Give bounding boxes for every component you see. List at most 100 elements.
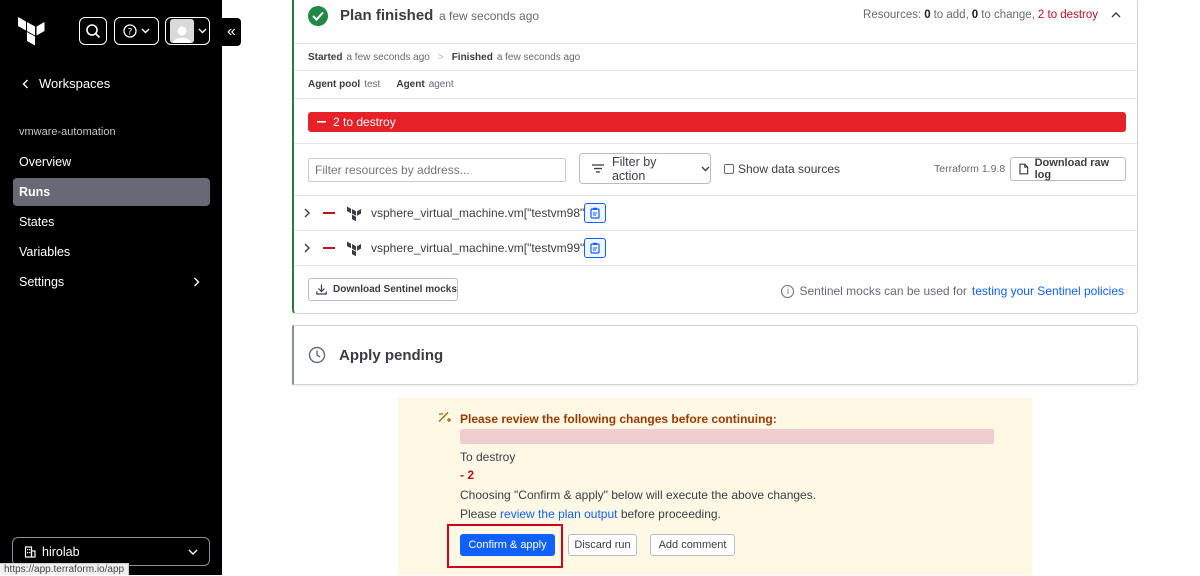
plan-time: a few seconds ago: [439, 9, 540, 23]
filter-by-action-dropdown[interactable]: Filter by action: [579, 153, 711, 184]
sidebar-item-label: Runs: [19, 185, 51, 199]
svg-text:?: ?: [128, 28, 133, 38]
destroy-summary: 2 to destroy: [1037, 9, 1098, 21]
user-icon: [172, 26, 191, 43]
back-to-workspaces-link[interactable]: Workspaces: [22, 76, 110, 91]
review-explanation: Choosing "Confirm & apply" below will ex…: [460, 488, 817, 502]
filter-resources-input[interactable]: [308, 158, 566, 182]
chevron-left-icon: [22, 79, 28, 88]
destroy-minus-icon: [323, 212, 335, 214]
timing-separator: >: [437, 52, 444, 63]
started-label: Started: [308, 52, 343, 63]
diff-icon: [438, 412, 451, 422]
help-icon: ?: [123, 24, 137, 38]
terraform-version: Terraform 1.9.8: [934, 163, 1006, 175]
discard-run-button[interactable]: Discard run: [568, 534, 637, 556]
plan-card: Plan finished a few seconds ago Resource…: [292, 0, 1138, 314]
search-icon: [86, 24, 101, 39]
back-link-label: Workspaces: [39, 76, 111, 91]
resource-row[interactable]: vsphere_virtual_machine.vm["testvm99"]: [294, 230, 1137, 265]
collapse-sidebar-button[interactable]: «: [222, 18, 241, 46]
clock-icon: [308, 346, 326, 364]
resource-address: vsphere_virtual_machine.vm["testvm99"]: [371, 241, 588, 255]
summary-prefix: Resources:: [863, 9, 922, 21]
check-circle-icon: [308, 6, 328, 26]
add-comment-button[interactable]: Add comment: [650, 534, 735, 556]
download-icon: [316, 284, 327, 295]
collapse-icon: «: [227, 23, 236, 40]
show-data-sources-label: Show data sources: [738, 162, 841, 176]
review-heading: Please review the following changes befo…: [460, 412, 777, 426]
review-plan-output-link[interactable]: review the plan output: [500, 507, 617, 521]
organization-switcher[interactable]: hirolab: [12, 537, 210, 566]
filter-by-action-label: Filter by action: [611, 154, 657, 183]
show-data-sources-checkbox[interactable]: [724, 164, 734, 174]
sidebar-item-label: Overview: [19, 155, 72, 169]
sidebar-item-overview[interactable]: Overview: [13, 148, 210, 176]
chevron-down-icon: [188, 549, 198, 555]
highlight-box: [447, 524, 563, 568]
agent-pool-value: test: [364, 79, 381, 90]
sentinel-note-text: Sentinel mocks can be used for: [799, 284, 967, 298]
sentinel-policies-link[interactable]: testing your Sentinel policies: [972, 284, 1124, 298]
filter-lines-icon: [592, 164, 604, 173]
review-instruction: Please review the plan output before pro…: [460, 507, 721, 521]
sidebar-item-states[interactable]: States: [13, 208, 210, 236]
workspace-name: vmware-automation: [19, 126, 116, 138]
finished-time: a few seconds ago: [496, 52, 581, 63]
download-raw-log-label: Download raw log: [1034, 157, 1110, 181]
sentinel-note: i Sentinel mocks can be used for testing…: [781, 284, 1124, 298]
search-button[interactable]: [79, 17, 107, 45]
plan-timing: Started a few seconds ago > Finished a f…: [308, 52, 580, 63]
sidebar-item-label: Settings: [19, 275, 65, 289]
copy-address-button[interactable]: [584, 238, 606, 258]
sidebar-item-variables[interactable]: Variables: [13, 238, 210, 266]
divider: [294, 70, 1137, 71]
show-data-sources-toggle[interactable]: Show data sources: [724, 162, 840, 176]
review-instruction-prefix: Please: [460, 507, 497, 521]
agent-value: agent: [428, 79, 454, 90]
download-sentinel-label: Download Sentinel mocks: [333, 284, 457, 295]
change-label: to change,: [981, 9, 1035, 21]
agent-pool-label: Agent pool: [308, 79, 361, 90]
sidebar-item-runs[interactable]: Runs: [13, 178, 210, 206]
change-count: 0: [971, 9, 979, 21]
review-summary-bar: [460, 429, 994, 444]
file-icon: [1019, 163, 1029, 175]
divider: [294, 265, 1137, 266]
terraform-resource-icon: [347, 241, 361, 257]
copy-address-button[interactable]: [584, 203, 606, 223]
chevron-down-icon: [198, 28, 206, 34]
resource-address: vsphere_virtual_machine.vm["testvm98"]: [371, 206, 588, 220]
resource-row[interactable]: vsphere_virtual_machine.vm["testvm98"]: [294, 195, 1137, 230]
download-raw-log-button[interactable]: Download raw log: [1010, 157, 1126, 181]
minus-icon: [317, 121, 326, 123]
plan-header[interactable]: Plan finished a few seconds ago Resource…: [294, 0, 1137, 44]
to-destroy-label: To destroy: [460, 450, 516, 464]
help-menu-button[interactable]: ?: [114, 17, 159, 45]
clipboard-icon: [590, 207, 600, 219]
chevron-up-icon[interactable]: [1111, 12, 1121, 18]
clipboard-icon: [590, 242, 600, 254]
started-time: a few seconds ago: [346, 52, 430, 63]
add-count: 0: [924, 9, 931, 21]
add-label: to add,: [933, 9, 969, 21]
chevron-right-icon[interactable]: [304, 208, 310, 218]
user-menu-button[interactable]: [165, 17, 210, 45]
building-icon: [24, 545, 36, 558]
download-sentinel-mocks-button[interactable]: Download Sentinel mocks: [308, 278, 458, 301]
sidebar-item-label: Variables: [19, 245, 71, 259]
browser-status-url: https://app.terraform.io/app: [0, 563, 130, 575]
info-icon: i: [781, 284, 795, 298]
review-instruction-suffix: before proceeding.: [620, 507, 721, 521]
destroy-bar-label: 2 to destroy: [333, 115, 396, 129]
chevron-right-icon[interactable]: [304, 243, 310, 253]
terraform-logo-icon[interactable]: [14, 14, 50, 50]
destroy-count: - 2: [460, 468, 475, 482]
sidebar-item-settings[interactable]: Settings: [13, 268, 210, 296]
organization-name: hirolab: [42, 544, 80, 559]
resource-summary: Resources: 0 to add, 0 to change, 2 to d…: [863, 9, 1121, 21]
agent-info: Agent pool test Agent agent: [308, 79, 454, 90]
terraform-resource-icon: [347, 206, 361, 222]
chevron-right-icon: [194, 277, 200, 287]
